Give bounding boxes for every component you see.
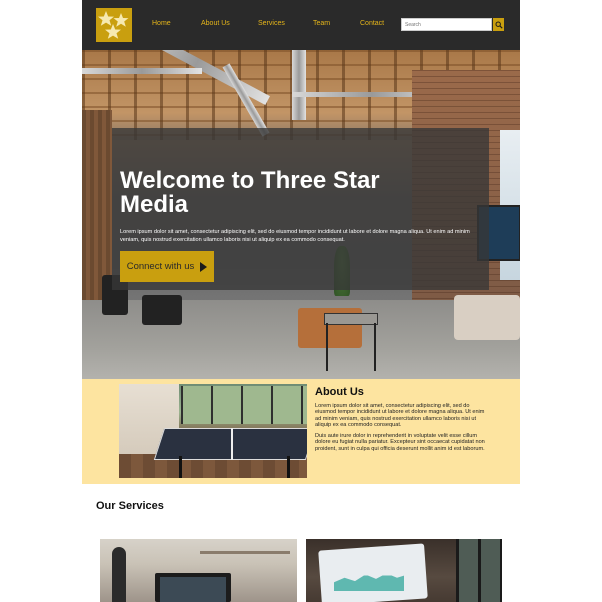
hero-table-leg: [374, 323, 376, 371]
nav-about-us[interactable]: About Us: [201, 20, 230, 27]
about-section: About Us Lorem ipsum dolor sit amet, con…: [82, 379, 520, 484]
service-2-laptop-screen: [318, 543, 428, 602]
service-card-image-2[interactable]: [306, 539, 502, 602]
page: Home About Us Services Team Contact Sear…: [82, 0, 520, 602]
connect-with-us-button[interactable]: Connect with us: [120, 251, 214, 282]
about-photo-table-leg: [179, 456, 182, 478]
hero-duct: [292, 50, 306, 120]
service-2-window: [456, 539, 502, 602]
service-1-shelf: [200, 551, 290, 554]
service-1-person: [112, 547, 126, 602]
about-photo-net: [231, 428, 233, 460]
hero-side-table: [324, 313, 378, 325]
hero-office-chair: [142, 295, 182, 325]
service-1-laptop-screen: [160, 577, 226, 602]
about-title: About Us: [315, 386, 364, 398]
search-button[interactable]: [493, 18, 504, 31]
play-arrow-icon: [200, 261, 208, 272]
search-input[interactable]: [401, 18, 492, 31]
search-icon: [495, 21, 503, 29]
hero-section: Welcome to Three Star Media Lorem ipsum …: [82, 50, 520, 379]
hero-title: Welcome to Three Star Media: [120, 167, 380, 218]
about-photo: [119, 384, 307, 478]
nav-team[interactable]: Team: [313, 20, 330, 27]
services-title: Our Services: [96, 500, 164, 512]
hero-table-leg: [326, 323, 328, 371]
service-card-image-1[interactable]: [100, 539, 297, 602]
connect-button-label: Connect with us: [126, 261, 195, 272]
about-paragraph-1: Lorem ipsum dolor sit amet, consectetur …: [315, 403, 485, 429]
site-header: Home About Us Services Team Contact: [82, 0, 520, 50]
search-box: [401, 18, 504, 32]
about-paragraph-2: Duis aute irure dolor in reprehenderit i…: [315, 433, 485, 452]
about-photo-table-leg: [287, 456, 290, 478]
hero-light-fixture: [82, 68, 202, 74]
nav-contact[interactable]: Contact: [360, 20, 384, 27]
nav-services[interactable]: Services: [258, 20, 285, 27]
nav-home[interactable]: Home: [152, 20, 171, 27]
hero-sofa: [454, 295, 520, 340]
hero-body-text: Lorem ipsum dolor sit amet, consectetur …: [120, 229, 470, 243]
about-photo-windows: [181, 386, 307, 424]
